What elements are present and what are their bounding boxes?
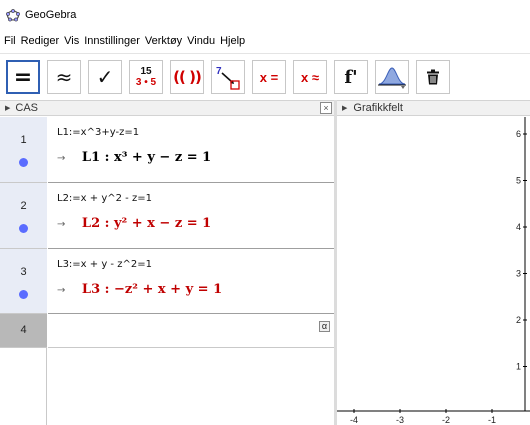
cas-view: 1 2 3 4 L1:=x^3+y-z=1 → L1 : x³ + y − z … [0, 117, 334, 425]
cas-cell-2[interactable]: L2:=x + y^2 - z=1 → L2 : y² + x − z = 1 [48, 183, 334, 249]
equals-icon: = [13, 64, 33, 90]
cas-output: → L3 : −z² + x + y = 1 [57, 282, 222, 297]
cas-view-header[interactable]: ▶ CAS × [0, 100, 334, 116]
delete-tool-button[interactable] [416, 60, 450, 94]
menu-rediger[interactable]: Rediger [21, 35, 60, 47]
graphics-view[interactable]: -4 -3 -2 -1 6 5 4 3 2 1 [337, 117, 530, 425]
approx-icon: ≈ [55, 65, 73, 89]
row-number-column: 1 2 3 4 [0, 117, 47, 425]
output-formula: L2 : y² + x − z = 1 [81, 216, 212, 231]
collapse-triangle-icon[interactable]: ▶ [342, 104, 347, 112]
keep-input-tool-button[interactable]: ✓ [88, 60, 122, 94]
toolbar: = ≈ ✓ 15 3 • 5 (( )) 7 x = x ≈ f' [0, 53, 530, 99]
solve-numeric-icon: x ≈ [301, 69, 319, 85]
cas-input[interactable]: L2:=x + y^2 - z=1 [57, 193, 152, 204]
y-tick-label: 4 [516, 222, 521, 232]
collapse-triangle-icon[interactable]: ▶ [5, 104, 10, 112]
numeric-tool-button[interactable]: ≈ [47, 60, 81, 94]
visibility-toggle-icon[interactable] [19, 224, 28, 233]
menu-vindu[interactable]: Vindu [187, 35, 215, 47]
output-formula: L1 : x³ + y − z = 1 [81, 150, 212, 165]
y-tick-label: 2 [516, 315, 521, 325]
row-number: 1 [20, 134, 27, 146]
y-tick-label: 6 [516, 129, 521, 139]
bell-curve-icon [378, 67, 406, 89]
close-view-icon[interactable]: × [320, 102, 332, 114]
row-number: 3 [20, 266, 27, 278]
row-number: 2 [20, 200, 27, 212]
x-tick-label: -2 [442, 415, 450, 425]
solve-tool-button[interactable]: x = [252, 60, 286, 94]
menu-bar: Fil Rediger Vis Innstillinger Verktøy Vi… [0, 30, 530, 52]
checkmark-icon: ✓ [96, 65, 114, 89]
derivative-icon: f' [344, 66, 358, 88]
x-tick-label: -4 [350, 415, 358, 425]
geogebra-logo-icon [6, 9, 20, 22]
graphics-view-title: Grafikkfelt [353, 102, 403, 114]
menu-vis[interactable]: Vis [64, 35, 79, 47]
menu-verktoy[interactable]: Verktøy [145, 35, 182, 47]
menu-fil[interactable]: Fil [4, 35, 16, 47]
graphics-view-header[interactable]: ▶ Grafikkfelt [337, 100, 530, 116]
window-title: GeoGebra [25, 9, 77, 21]
evaluate-tool-button[interactable]: = [6, 60, 40, 94]
x-tick-label: -1 [488, 415, 496, 425]
cas-input[interactable]: L3:=x + y - z^2=1 [57, 259, 152, 270]
row-header-1[interactable]: 1 [0, 117, 47, 183]
row-header-3[interactable]: 3 [0, 249, 47, 314]
alpha-keyboard-icon[interactable]: α [319, 321, 330, 332]
y-tick-label: 1 [516, 362, 521, 372]
substitute-tool-button[interactable]: 7 [211, 60, 245, 94]
visibility-toggle-icon[interactable] [19, 290, 28, 299]
graphics-canvas[interactable]: -4 -3 -2 -1 6 5 4 3 2 1 [337, 117, 530, 425]
factor-icon-bottom: 3 • 5 [135, 77, 157, 88]
menu-hjelp[interactable]: Hjelp [220, 35, 245, 47]
arrow-icon: → [57, 219, 66, 230]
arrow-icon: → [57, 285, 66, 296]
cas-output: → L1 : x³ + y − z = 1 [57, 150, 211, 165]
visibility-toggle-icon[interactable] [19, 158, 28, 167]
factor-icon-top: 15 [140, 66, 152, 77]
output-formula: L3 : −z² + x + y = 1 [81, 282, 223, 297]
substitute-icon-digit: 7 [216, 66, 222, 77]
solve-numerically-tool-button[interactable]: x ≈ [293, 60, 327, 94]
y-tick-label: 5 [516, 176, 521, 186]
expand-tool-button[interactable]: (( )) [170, 60, 204, 94]
row-header-4[interactable]: 4 [0, 314, 47, 348]
arrow-icon: → [57, 153, 66, 164]
y-tick-label: 3 [516, 269, 521, 279]
parentheses-icon: (( )) [173, 68, 202, 86]
x-tick-label: -3 [396, 415, 404, 425]
cas-cell-1[interactable]: L1:=x^3+y-z=1 → L1 : x³ + y − z = 1 [48, 117, 334, 183]
solve-icon: x = [259, 69, 279, 85]
trash-icon [427, 69, 439, 85]
cas-cell-3[interactable]: L3:=x + y - z^2=1 → L3 : −z² + x + y = 1 [48, 249, 334, 314]
menu-innstillinger[interactable]: Innstillinger [84, 35, 140, 47]
cas-cell-4[interactable]: α [48, 314, 334, 348]
row-number: 4 [20, 324, 27, 336]
row-header-2[interactable]: 2 [0, 183, 47, 249]
cas-view-title: CAS [15, 102, 39, 114]
cas-output: → L2 : y² + x − z = 1 [57, 216, 211, 231]
derivative-tool-button[interactable]: f' [334, 60, 368, 94]
probability-tool-button[interactable] [375, 60, 409, 94]
substitute-icon: 7 [216, 66, 240, 90]
cas-input[interactable]: L1:=x^3+y-z=1 [57, 127, 139, 138]
factor-tool-button[interactable]: 15 3 • 5 [129, 60, 163, 94]
title-bar: GeoGebra [0, 0, 530, 30]
